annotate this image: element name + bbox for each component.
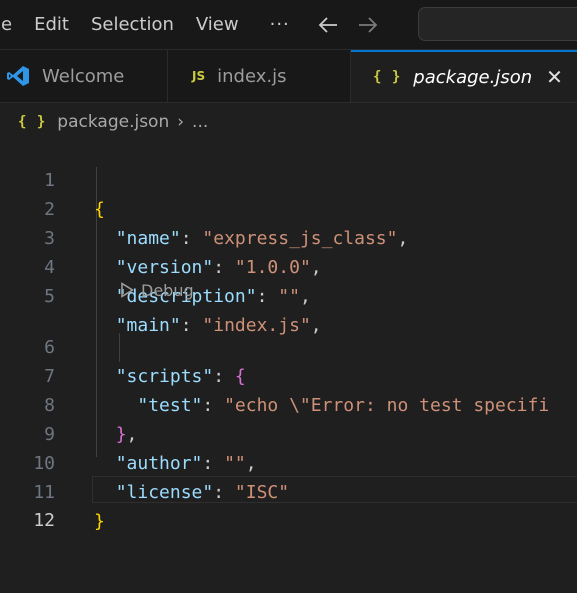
code-line: 2 "name": "express_js_class", (0, 166, 577, 249)
menu-bar: le Edit Selection View ··· (0, 0, 577, 50)
codelens-label: Debug (141, 280, 194, 300)
js-file-icon: JS (192, 69, 206, 83)
breadcrumb-file[interactable]: package.json (57, 112, 169, 132)
code-line: 1 { (0, 137, 577, 220)
close-icon[interactable]: ✕ (546, 65, 563, 89)
arrow-left-icon[interactable] (317, 14, 339, 36)
code-line: 5 "main": "index.js", (0, 253, 577, 336)
code-line: 11 } (0, 449, 577, 532)
vscode-logo-icon (6, 64, 30, 88)
menu-edit[interactable]: Edit (23, 8, 80, 42)
tab-package-json[interactable]: { } package.json ✕ (351, 50, 577, 102)
arrow-right-icon[interactable] (357, 14, 379, 36)
code-line: 9 "author": "", (0, 391, 577, 474)
tab-index-js[interactable]: JS index.js (168, 50, 351, 102)
json-file-icon: { } (373, 69, 402, 85)
menu-selection[interactable]: Selection (80, 8, 185, 42)
editor-tabs: Welcome JS index.js { } package.json ✕ (0, 50, 577, 103)
code-line: 8 }, (0, 362, 577, 445)
code-line: 12 (0, 477, 577, 531)
code-line: 7 "test": "echo \"Error: no test specifi (0, 333, 577, 416)
breadcrumb: { } package.json › ... (18, 109, 208, 135)
json-file-icon: { } (18, 114, 47, 130)
tab-label: index.js (217, 65, 287, 87)
command-center-search[interactable] (418, 7, 577, 41)
line-number: 12 (33, 510, 55, 531)
play-outline-icon (121, 282, 134, 298)
menu-file[interactable]: le (0, 8, 23, 42)
code-editor[interactable]: 1 { 2 "name": "express_js_class", 3 "ver… (0, 137, 577, 532)
code-line: 6 "scripts": { (0, 304, 577, 387)
code-line: 3 "version": "1.0.0", (0, 195, 577, 278)
breadcrumb-symbols[interactable]: ... (192, 112, 208, 132)
tab-label: Welcome (42, 65, 125, 87)
tab-label: package.json (413, 66, 533, 88)
code-line: 10 "license": "ISC" (0, 420, 577, 503)
more-menus-button[interactable]: ··· (250, 8, 308, 42)
tab-welcome[interactable]: Welcome (0, 50, 168, 102)
code-line: 4 "description": "", (0, 224, 577, 307)
menu-view[interactable]: View (185, 8, 250, 42)
debug-codelens[interactable]: Debug (120, 278, 194, 302)
chevron-right-icon: › (177, 112, 185, 132)
